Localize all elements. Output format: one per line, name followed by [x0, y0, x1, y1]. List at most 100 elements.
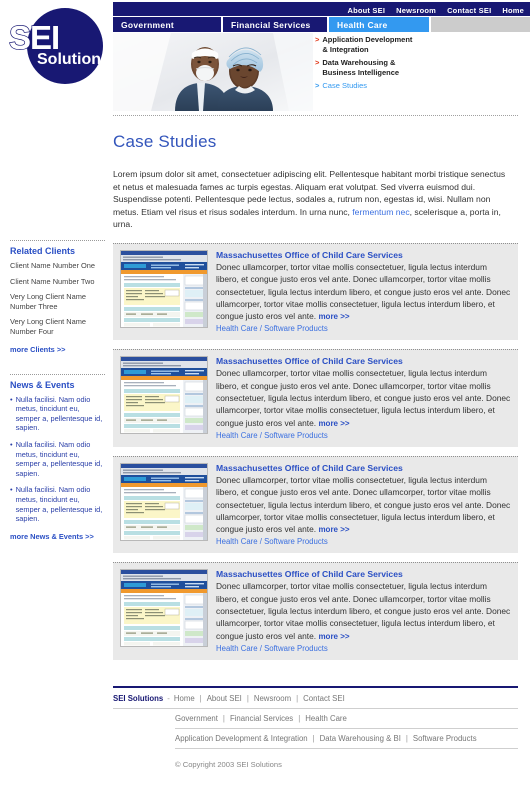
intro-inline-link[interactable]: fermentum nec — [352, 207, 409, 217]
top-nav-item[interactable]: About SEI — [347, 0, 385, 18]
case-study-tags[interactable]: Health Care / Software Products — [216, 537, 511, 546]
case-study-tags[interactable]: Health Care / Software Products — [216, 644, 511, 653]
news-item-link[interactable]: Nulla facilisi. Nam odio metus, tincidun… — [16, 440, 105, 478]
case-study-list: Massachusettes Office of Child Care Serv… — [113, 243, 518, 669]
footer-brand: SEI Solutions — [113, 694, 164, 703]
case-study-card[interactable]: Massachusettes Office of Child Care Serv… — [113, 243, 518, 341]
chevron-right-icon: > — [315, 35, 320, 44]
top-nav-item[interactable]: Newsroom — [396, 0, 436, 18]
top-nav-link-about[interactable]: About SEI — [347, 6, 385, 15]
news-item-link[interactable]: Nulla facilisi. Nam odio metus, tincidun… — [16, 395, 105, 433]
footer-link-data-warehousing[interactable]: Data Warehousing & BI — [320, 734, 401, 743]
footer-dash: - — [167, 694, 170, 703]
footer-link-home[interactable]: Home — [174, 694, 195, 703]
case-study-description: Donec ullamcorper, tortor vitae mollis c… — [216, 367, 511, 429]
case-study-thumbnail[interactable] — [120, 569, 208, 648]
tab-financial-services[interactable]: Financial Services — [223, 17, 327, 32]
case-study-title[interactable]: Massachusettes Office of Child Care Serv… — [216, 463, 511, 473]
footer-separator: | — [222, 714, 225, 723]
tab-bar-filler — [431, 17, 530, 32]
footer-separator: | — [296, 694, 299, 703]
footer-link-government[interactable]: Government — [175, 714, 218, 723]
footer-service-links: Application Development & Integration | … — [175, 734, 477, 743]
subnav-item-label: Data Warehousing & Business Intelligence — [322, 58, 400, 77]
case-study-description: Donec ullamcorper, tortor vitae mollis c… — [216, 474, 511, 536]
subnav-item-label: Case Studies — [322, 81, 367, 90]
main-content: Case Studies Lorem ipsum dolor sit amet,… — [113, 132, 518, 231]
copyright-text: © Copyright 2003 SEI Solutions — [175, 760, 282, 769]
more-news-events-link[interactable]: more News & Events >> — [10, 532, 105, 541]
case-study-title[interactable]: Massachusettes Office of Child Care Serv… — [216, 250, 511, 260]
subnav-item-case-studies[interactable]: > Case Studies — [315, 81, 417, 91]
sidebar: Related Clients Client Name Number One C… — [10, 240, 105, 555]
case-study-thumbnail[interactable] — [120, 356, 208, 435]
case-study-description-text: Donec ullamcorper, tortor vitae mollis c… — [216, 262, 511, 322]
top-nav-link-home[interactable]: Home — [502, 6, 524, 15]
subnav-item-label: Application Development & Integration — [322, 35, 413, 54]
sector-tab-bar: Government Financial Services Health Car… — [113, 17, 530, 32]
health-care-subnav: > Application Development & Integration … — [315, 33, 417, 111]
case-study-thumbnail[interactable] — [120, 462, 208, 541]
footer-link-app-dev[interactable]: Application Development & Integration — [175, 734, 308, 743]
bullet-icon: • — [10, 485, 13, 495]
news-item[interactable]: • Nulla facilisi. Nam odio metus, tincid… — [10, 440, 105, 478]
subnav-item-data-warehousing[interactable]: > Data Warehousing & Business Intelligen… — [315, 58, 417, 77]
footer-link-financial-services[interactable]: Financial Services — [230, 714, 293, 723]
footer-link-software-products[interactable]: Software Products — [413, 734, 477, 743]
news-item[interactable]: • Nulla facilisi. Nam odio metus, tincid… — [10, 395, 105, 433]
case-study-more-link[interactable]: more >> — [318, 419, 349, 428]
related-client-link[interactable]: Client Name Number Two — [10, 277, 105, 287]
case-study-body: Massachusettes Office of Child Care Serv… — [216, 463, 511, 546]
case-study-description-text: Donec ullamcorper, tortor vitae mollis c… — [216, 581, 511, 641]
bullet-icon: • — [10, 439, 13, 449]
more-clients-link[interactable]: more Clients >> — [10, 345, 105, 354]
tab-government[interactable]: Government — [113, 17, 221, 32]
sidebar-related-clients: Related Clients Client Name Number One C… — [10, 240, 105, 354]
sidebar-news-events: News & Events • Nulla facilisi. Nam odio… — [10, 373, 105, 541]
footer-separator: | — [199, 694, 202, 703]
case-study-card[interactable]: Massachusettes Office of Child Care Serv… — [113, 349, 518, 447]
footer-link-newsroom[interactable]: Newsroom — [254, 694, 291, 703]
site-logo[interactable]: SEI Solutions — [0, 0, 113, 112]
case-study-title[interactable]: Massachusettes Office of Child Care Serv… — [216, 569, 511, 579]
tab-health-care[interactable]: Health Care — [329, 17, 429, 32]
case-study-tags[interactable]: Health Care / Software Products — [216, 324, 511, 333]
top-nav-item[interactable]: Contact SEI — [447, 0, 491, 18]
site-footer: SEI Solutions - Home | About SEI | Newsr… — [113, 686, 518, 769]
footer-separator: | — [298, 714, 301, 723]
case-study-card[interactable]: Massachusettes Office of Child Care Serv… — [113, 562, 518, 660]
related-client-link[interactable]: Very Long Client Name Number Four — [10, 317, 105, 336]
bullet-icon: • — [10, 394, 13, 404]
top-nav-link-newsroom[interactable]: Newsroom — [396, 6, 436, 15]
case-study-thumbnail[interactable] — [120, 250, 208, 328]
footer-row-services: Application Development & Integration | … — [175, 734, 518, 749]
app-screenshot-thumbnail — [121, 463, 207, 540]
related-client-link[interactable]: Very Long Client Name Number Three — [10, 292, 105, 311]
top-nav-item[interactable]: Home — [502, 0, 524, 18]
case-study-body: Massachusettes Office of Child Care Serv… — [216, 569, 511, 652]
case-study-title[interactable]: Massachusettes Office of Child Care Serv… — [216, 356, 511, 366]
subnav-item-app-dev[interactable]: > Application Development & Integration — [315, 35, 417, 54]
logo-secondary-text: Solutions — [37, 51, 110, 68]
case-study-description-text: Donec ullamcorper, tortor vitae mollis c… — [216, 474, 511, 535]
case-study-tags[interactable]: Health Care / Software Products — [216, 431, 511, 440]
hero-image-healthcare-workers — [113, 33, 313, 111]
related-client-link[interactable]: Client Name Number One — [10, 261, 105, 271]
top-nav-link-contact[interactable]: Contact SEI — [447, 6, 491, 15]
footer-link-health-care[interactable]: Health Care — [305, 714, 347, 723]
app-screenshot-thumbnail — [121, 251, 207, 327]
case-study-description: Donec ullamcorper, tortor vitae mollis c… — [216, 580, 511, 642]
case-study-description-text: Donec ullamcorper, tortor vitae mollis c… — [216, 368, 511, 428]
footer-link-contact-sei[interactable]: Contact SEI — [303, 694, 345, 703]
footer-row-primary: SEI Solutions - Home | About SEI | Newsr… — [113, 694, 518, 709]
app-screenshot-thumbnail — [121, 570, 207, 647]
case-study-more-link[interactable]: more >> — [318, 312, 349, 321]
news-item-link[interactable]: Nulla facilisi. Nam odio metus, tincidun… — [16, 485, 105, 523]
case-study-card[interactable]: Massachusettes Office of Child Care Serv… — [113, 455, 518, 554]
footer-link-about-sei[interactable]: About SEI — [207, 694, 242, 703]
sidebar-heading-related-clients: Related Clients — [10, 246, 76, 256]
news-item[interactable]: • Nulla facilisi. Nam odio metus, tincid… — [10, 485, 105, 523]
case-study-more-link[interactable]: more >> — [318, 632, 349, 641]
case-study-more-link[interactable]: more >> — [318, 525, 349, 534]
footer-separator: | — [246, 694, 249, 703]
